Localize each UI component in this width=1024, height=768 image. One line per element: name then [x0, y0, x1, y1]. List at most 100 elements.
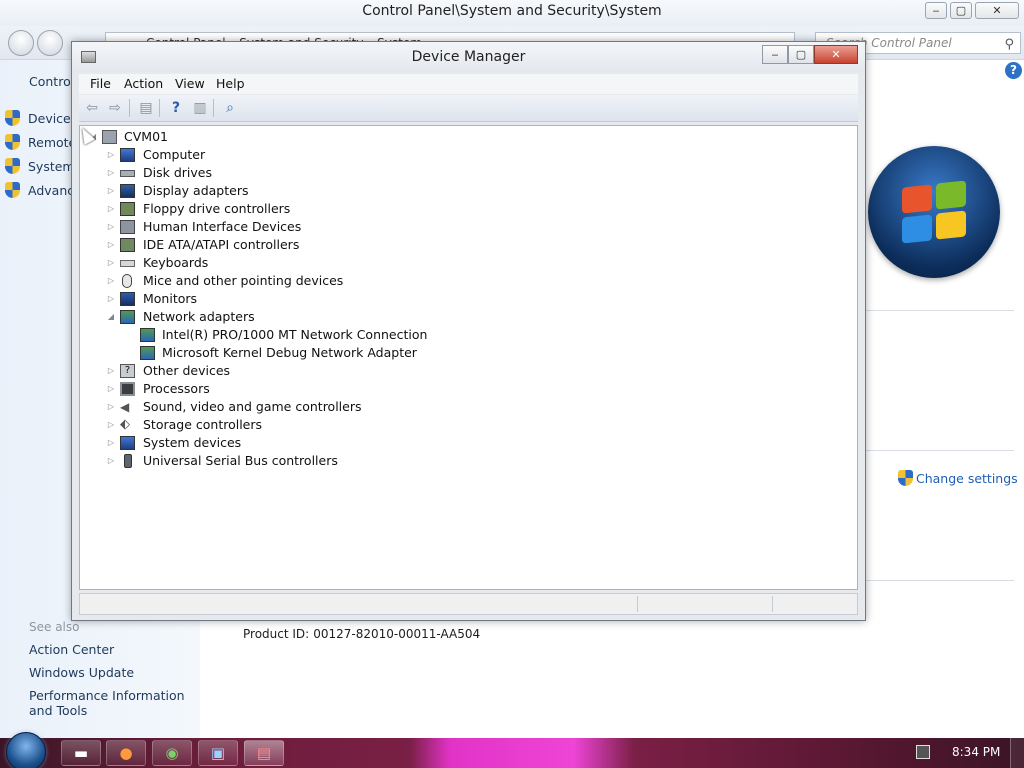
expand-icon[interactable]: ▷	[106, 236, 116, 254]
menu-help[interactable]: Help	[216, 76, 245, 91]
unknown-device-icon: ?	[120, 364, 135, 378]
dm-close-button[interactable]: ✕	[814, 45, 858, 64]
expand-icon[interactable]: ▷	[106, 380, 116, 398]
network-adapter-icon	[140, 328, 155, 342]
shield-icon	[5, 158, 20, 174]
ide-controller-icon	[120, 238, 135, 252]
menu-bar: File Action View Help	[79, 74, 858, 94]
device-manager-icon[interactable]: ▤	[244, 740, 284, 766]
toolbar-separator	[159, 99, 160, 117]
expand-icon[interactable]: ▷	[106, 164, 116, 182]
expand-icon[interactable]: ▷	[106, 290, 116, 308]
system-device-icon	[120, 436, 135, 450]
taskbar: ▬ ● ◉ ▣ ▤ 8:34 PM	[0, 732, 1024, 768]
start-button[interactable]	[6, 732, 46, 768]
expand-icon[interactable]: ▷	[106, 272, 116, 290]
restore-button[interactable]: ▢	[950, 2, 972, 19]
processor-icon	[120, 382, 135, 396]
device-manager-title: Device Manager	[411, 49, 526, 65]
divider	[865, 450, 1014, 451]
usb-icon	[124, 454, 132, 468]
toolbar-separator	[213, 99, 214, 117]
expand-icon[interactable]: ▷	[106, 218, 116, 236]
toolbar-separator	[129, 99, 130, 117]
change-settings-link[interactable]: Change settings	[898, 470, 1018, 486]
clock[interactable]: 8:34 PM	[952, 745, 1000, 759]
floppy-controller-icon	[120, 202, 135, 216]
action-center-link[interactable]: Action Center	[29, 642, 199, 657]
computer-icon	[120, 148, 135, 162]
see-also-heading: See also	[29, 620, 80, 634]
search-icon[interactable]: ⚲	[1004, 35, 1014, 55]
firefox-icon[interactable]: ●	[106, 740, 146, 766]
keyboard-icon	[120, 260, 135, 267]
flag-blue	[902, 214, 932, 244]
expand-icon[interactable]: ▷	[106, 182, 116, 200]
status-divider	[637, 596, 638, 612]
back-icon[interactable]: ⇦	[83, 99, 101, 117]
device-manager-window: Device Manager ‒ ▢ ✕ File Action View He…	[71, 41, 866, 621]
network-adapter-icon	[140, 346, 155, 360]
windows-update-link[interactable]: Windows Update	[29, 665, 199, 680]
show-desktop-button[interactable]	[1010, 738, 1024, 768]
chrome-icon[interactable]: ◉	[152, 740, 192, 766]
device-manager-toolbar: ⇦ ⇨ ▤ ? ▥ ⌕	[79, 95, 858, 122]
device-manager-titlebar[interactable]: Device Manager ‒ ▢ ✕	[72, 42, 865, 72]
network-tray-icon[interactable]	[916, 745, 930, 759]
network-adapter-icon	[120, 310, 135, 324]
computer-icon	[102, 130, 117, 144]
flag-green	[936, 180, 966, 210]
divider	[865, 580, 1014, 581]
storage-controller-icon: ⬖	[120, 417, 130, 432]
shield-icon	[5, 110, 20, 126]
help-icon[interactable]: ?	[167, 99, 185, 117]
speaker-icon: ◀	[120, 400, 130, 414]
hid-icon	[120, 220, 135, 234]
expand-icon[interactable]: ▷	[106, 200, 116, 218]
forward-button[interactable]	[37, 30, 63, 56]
product-id: Product ID: 00127-82010-00011-AA504	[243, 627, 480, 641]
expand-icon[interactable]: ▷	[106, 434, 116, 452]
expand-icon[interactable]: ▷	[106, 416, 116, 434]
disk-drive-icon	[120, 170, 135, 177]
shield-icon	[5, 182, 20, 198]
expand-icon[interactable]: ▷	[106, 146, 116, 164]
status-bar	[79, 593, 858, 615]
menu-action[interactable]: Action	[124, 76, 163, 91]
collapse-icon[interactable]: ◢	[106, 308, 116, 326]
windows-logo	[868, 146, 1000, 278]
expand-icon[interactable]: ▷	[106, 452, 116, 470]
minimize-button[interactable]: ‒	[925, 2, 947, 19]
close-button[interactable]: ✕	[975, 2, 1019, 19]
divider	[865, 310, 1014, 311]
console-tree-icon[interactable]: ▥	[191, 99, 209, 117]
status-divider	[772, 596, 773, 612]
control-panel-titlebar: Control Panel\System and Security\System…	[0, 0, 1024, 26]
dm-maximize-button[interactable]: ▢	[788, 45, 814, 64]
mouse-icon	[122, 274, 132, 288]
performance-info-link[interactable]: Performance Information and Tools	[29, 688, 199, 718]
back-button[interactable]	[8, 30, 34, 56]
dm-minimize-button[interactable]: ‒	[762, 45, 788, 64]
scan-hardware-icon[interactable]: ⌕	[221, 99, 239, 117]
remote-desktop-icon[interactable]: ▣	[198, 740, 238, 766]
shield-icon	[898, 470, 913, 486]
monitor-icon	[120, 292, 135, 306]
expand-icon[interactable]: ▷	[106, 254, 116, 272]
expand-icon[interactable]: ▷	[106, 398, 116, 416]
shield-icon	[5, 134, 20, 150]
properties-icon[interactable]: ▤	[137, 99, 155, 117]
device-tree[interactable]: ◢ CVM01 ▷ Computer ▷ Disk drives ▷ Displ…	[79, 125, 858, 590]
product-id-value: 00127-82010-00011-AA504	[313, 627, 481, 641]
control-panel-title: Control Panel\System and Security\System	[362, 3, 662, 19]
forward-icon[interactable]: ⇨	[106, 99, 124, 117]
file-explorer-icon[interactable]: ▬	[61, 740, 101, 766]
expand-icon[interactable]: ▷	[106, 362, 116, 380]
flag-yellow	[936, 210, 966, 240]
menu-view[interactable]: View	[175, 76, 205, 91]
help-icon[interactable]: ?	[1005, 62, 1022, 79]
product-id-label: Product ID:	[243, 627, 310, 641]
menu-file[interactable]: File	[90, 76, 111, 91]
display-adapter-icon	[120, 184, 135, 198]
flag-red	[902, 184, 932, 214]
